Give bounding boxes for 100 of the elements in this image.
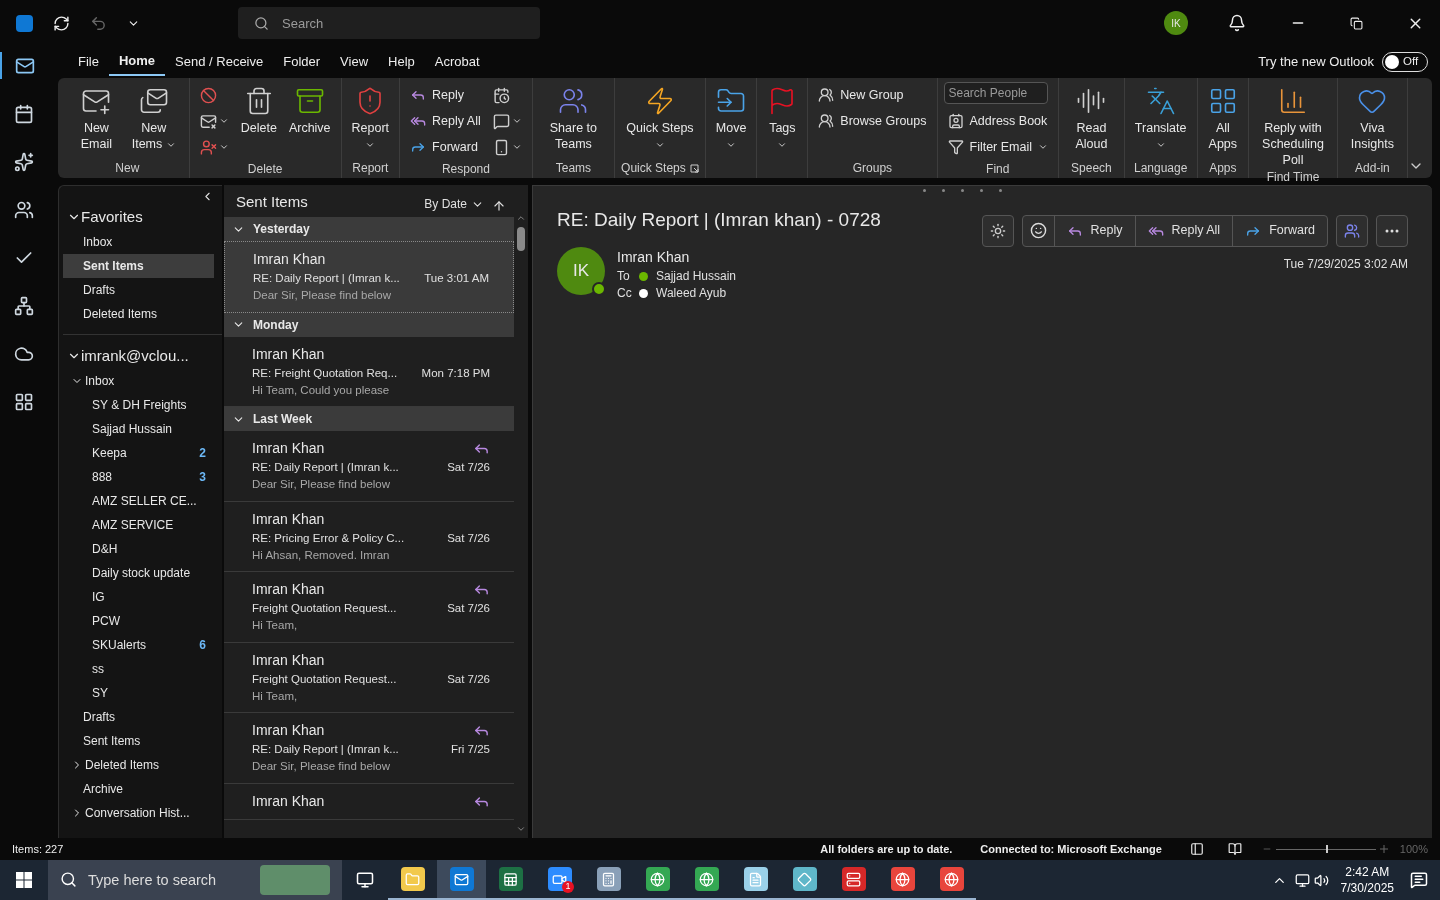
ribbon-button[interactable]: All Apps — [1203, 82, 1243, 152]
folder-item[interactable]: Archive — [63, 777, 214, 801]
date-group-header[interactable]: Last Week — [224, 407, 514, 431]
user-avatar[interactable]: IK — [1164, 11, 1188, 35]
folder-item[interactable]: Drafts — [63, 278, 214, 302]
sender-name: Imran Khan — [252, 721, 326, 740]
message-subject: Freight Quotation Request... — [252, 601, 398, 616]
taskbar-app[interactable]: 1 — [535, 860, 584, 900]
ribbon-icon — [947, 139, 964, 155]
ribbon-button[interactable]: Reply All — [406, 108, 485, 134]
folder-item[interactable]: Sajjad Hussain — [63, 417, 214, 441]
message-preview: Hi Ahsan, Removed. Imran — [252, 547, 391, 563]
apps-icon — [14, 391, 34, 412]
menu-tab[interactable]: Send / Receive — [165, 48, 274, 76]
zoom-slider-thumb[interactable] — [1325, 845, 1328, 853]
ribbon-group-label: Respond — [441, 161, 490, 178]
reading-view-icon[interactable] — [1227, 842, 1242, 856]
menu-tab[interactable]: Acrobat — [424, 48, 490, 76]
folder-item[interactable]: SY & DH Freights — [63, 393, 214, 417]
notification-center-icon[interactable] — [1410, 871, 1428, 889]
folder-item[interactable]: 888 3 — [63, 465, 214, 489]
folder-item[interactable]: IG — [63, 585, 214, 609]
folder-item[interactable]: ss — [63, 657, 214, 681]
zoom-slider[interactable] — [1275, 844, 1376, 854]
menu-tab[interactable]: Folder — [273, 48, 331, 76]
theme-button[interactable] — [981, 214, 1014, 247]
sort-direction-icon[interactable] — [492, 199, 506, 213]
scroll-up-icon[interactable] — [516, 213, 526, 223]
menu-tab[interactable]: File — [68, 48, 109, 76]
volume-icon[interactable] — [1313, 872, 1329, 888]
ribbon-icon — [294, 86, 325, 116]
folder-item[interactable]: AMZ SELLER CE... — [63, 489, 214, 513]
search-field[interactable]: Search — [238, 7, 540, 39]
restore-icon[interactable] — [1350, 16, 1363, 30]
ribbon-button[interactable]: Translate — [1130, 82, 1191, 152]
folder-item[interactable]: SY — [63, 681, 214, 705]
globe-icon — [650, 871, 665, 887]
scrollbar-thumb[interactable] — [517, 227, 525, 251]
folder-item[interactable]: Deleted Items — [63, 753, 214, 777]
menu-tab[interactable]: Help — [378, 48, 425, 76]
search-people-field[interactable]: Search People — [943, 82, 1048, 104]
folder-item[interactable]: Sent Items — [63, 254, 214, 278]
folder-item[interactable]: SKUalerts 6 — [63, 633, 214, 657]
ribbon-button[interactable]: Address Book — [943, 108, 1052, 134]
sender-name: Imran Khan — [253, 250, 327, 269]
message-action-button[interactable]: Forward — [1233, 215, 1327, 246]
folder-item[interactable]: Sent Items — [63, 729, 214, 753]
folder-item[interactable]: Conversation Hist... — [63, 801, 214, 825]
notification-icon[interactable] — [1228, 14, 1246, 32]
ribbon-button[interactable]: New Items — [124, 82, 183, 152]
folder-item[interactable]: Keepa 2 — [63, 441, 214, 465]
scroll-down-icon[interactable] — [516, 824, 526, 834]
ribbon-button[interactable]: Archive — [284, 82, 335, 136]
ribbon-button[interactable]: Tags — [763, 82, 802, 152]
folder-item[interactable]: D&H — [63, 537, 214, 561]
folder-item[interactable]: Inbox — [63, 369, 214, 393]
sender-name[interactable]: Imran Khan — [617, 246, 982, 268]
ribbon-button[interactable]: New Email — [72, 82, 121, 152]
teams-button[interactable] — [1336, 214, 1368, 247]
ribbon-button[interactable]: Forward — [406, 134, 482, 160]
date-group-header[interactable]: Monday — [224, 312, 514, 337]
ribbon-button[interactable]: Delete — [236, 82, 281, 136]
more-button[interactable] — [1376, 214, 1408, 247]
ribbon-button[interactable]: Read Aloud — [1065, 82, 1118, 152]
normal-view-icon[interactable] — [1189, 842, 1204, 856]
taskbar-clock[interactable]: 2:42 AM 7/30/2025 — [1340, 864, 1394, 896]
task-view-icon[interactable] — [356, 871, 374, 889]
folder-item[interactable]: Drafts — [63, 705, 214, 729]
undo-icon[interactable] — [90, 14, 107, 32]
folder-item[interactable]: Daily stock update — [63, 561, 214, 585]
dialog-launcher-icon[interactable] — [689, 163, 699, 173]
folder-item[interactable]: AMZ SERVICE — [63, 513, 214, 537]
sync-icon[interactable] — [53, 14, 70, 32]
ribbon-button[interactable]: Move — [711, 82, 751, 152]
account-heading[interactable]: imrank@vclou... — [81, 344, 189, 368]
ribbon-button[interactable]: New Group — [814, 82, 908, 108]
network-icon[interactable] — [1294, 872, 1310, 888]
ribbon-button[interactable]: Browse Groups — [814, 108, 931, 134]
menu-tab[interactable]: View — [330, 48, 379, 76]
ribbon-button[interactable]: Filter Email — [943, 134, 1052, 160]
message-action-button[interactable]: Reply — [1054, 215, 1136, 246]
menu-tab[interactable]: Home — [108, 48, 166, 76]
folder-item[interactable]: Deleted Items — [63, 302, 214, 326]
sort-button[interactable]: By Date — [424, 195, 484, 213]
recipient-name[interactable]: Sajjad Hussain — [656, 267, 737, 285]
taskbar-app[interactable] — [437, 860, 486, 900]
favorites-heading[interactable]: Favorites — [81, 205, 143, 229]
ribbon-button[interactable]: Quick Steps — [621, 82, 699, 152]
ribbon-button[interactable]: Viva Insights — [1343, 82, 1401, 152]
ribbon-button[interactable]: Share to Teams — [538, 82, 609, 152]
message-item[interactable]: Imran Khan RE: Daily Report | (Imran k... Tue 3:01 AM Dear Sir, Please find below — [224, 241, 514, 313]
ribbon-button[interactable]: Reply — [406, 82, 469, 108]
folder-item[interactable]: PCW — [63, 609, 214, 633]
message-item[interactable]: Imran Khan — [224, 783, 514, 820]
folder-item[interactable]: Inbox — [63, 230, 214, 254]
ribbon-button[interactable]: Reply with Scheduling Poll — [1255, 82, 1331, 168]
ribbon-button[interactable]: Report — [347, 82, 394, 152]
date-group-header[interactable]: Yesterday — [224, 217, 514, 241]
recipient-name[interactable]: Waleed Ayub — [656, 284, 727, 302]
message-action-button[interactable]: Reply All — [1135, 215, 1234, 246]
